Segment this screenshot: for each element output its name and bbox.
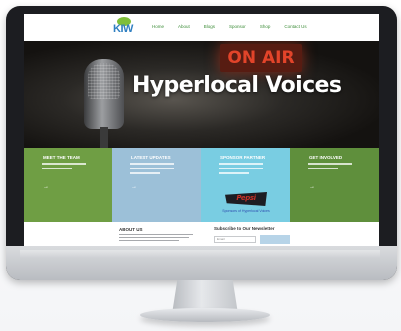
panel-title: GET INVOLVED — [309, 155, 343, 160]
newsletter-title: Subscribe to Our Newsletter — [214, 226, 275, 231]
microphone-stand — [100, 127, 108, 148]
panel-meet-the-team[interactable]: MEET THE TEAM → — [24, 148, 112, 222]
about-text-line — [119, 234, 193, 236]
arrow-right-icon[interactable]: → — [309, 184, 315, 190]
nav-item-blogs[interactable]: Blogs — [204, 24, 215, 29]
sponsor-name: Pepsi — [236, 194, 256, 202]
website-screen: KIW Home About Blogs Sponsor Shop Contac… — [24, 14, 379, 246]
hero-title: Hyperlocal Voices — [132, 73, 342, 98]
microphone-grille — [88, 63, 120, 99]
arrow-right-icon[interactable]: → — [43, 184, 49, 190]
on-air-sign: ON AIR — [220, 44, 302, 72]
hero-banner: ON AIR Hyperlocal Voices — [24, 41, 379, 148]
sponsor-caption: Sponsors of Hyperlocal Voices — [222, 209, 270, 213]
desktop-monitor-mockup: KIW Home About Blogs Sponsor Shop Contac… — [0, 0, 401, 331]
arrow-right-icon[interactable]: → — [131, 184, 137, 190]
nav-item-shop[interactable]: Shop — [260, 24, 271, 29]
logo-text: KIW — [113, 23, 133, 35]
newsletter-submit-button[interactable] — [260, 235, 290, 244]
panel-title: MEET THE TEAM — [43, 155, 80, 160]
feature-panels: MEET THE TEAM → LATEST UPDATES → SPONSOR… — [24, 148, 379, 222]
panel-text-line — [308, 163, 352, 165]
panel-sponsor-partner[interactable]: SPONSOR PARTNER Pepsi Sponsors of Hyperl… — [201, 148, 290, 222]
newsletter-email-input[interactable]: Email — [214, 236, 256, 243]
panel-text-line — [219, 163, 263, 165]
panel-text-line — [308, 167, 338, 169]
monitor-base — [140, 308, 270, 322]
about-text-line — [119, 237, 189, 239]
on-air-text: ON AIR — [227, 48, 295, 68]
main-nav: Home About Blogs Sponsor Shop Contact Us — [152, 24, 307, 29]
nav-item-about[interactable]: About — [178, 24, 190, 29]
panel-title: SPONSOR PARTNER — [220, 155, 266, 160]
panel-get-involved[interactable]: GET INVOLVED → — [290, 148, 379, 222]
panel-latest-updates[interactable]: LATEST UPDATES → — [112, 148, 201, 222]
site-header: KIW Home About Blogs Sponsor Shop Contac… — [24, 14, 379, 41]
chin-reflection — [20, 250, 380, 258]
panel-text-line — [42, 167, 72, 169]
nav-item-sponsor[interactable]: Sponsor — [229, 24, 246, 29]
footer-section: ABOUT US Subscribe to Our Newsletter Ema… — [24, 222, 379, 246]
site-logo[interactable]: KIW — [113, 17, 143, 38]
about-text-line — [119, 240, 179, 242]
about-title: ABOUT US — [119, 227, 143, 232]
nav-item-contact[interactable]: Contact Us — [284, 24, 306, 29]
panel-title: LATEST UPDATES — [131, 155, 171, 160]
panel-text-line — [219, 172, 249, 174]
panel-text-line — [130, 167, 174, 169]
sponsor-logo[interactable]: Pepsi — [225, 192, 267, 206]
panel-text-line — [130, 163, 174, 165]
panel-text-line — [219, 167, 263, 169]
nav-item-home[interactable]: Home — [152, 24, 164, 29]
panel-text-line — [42, 163, 86, 165]
panel-text-line — [130, 172, 160, 174]
